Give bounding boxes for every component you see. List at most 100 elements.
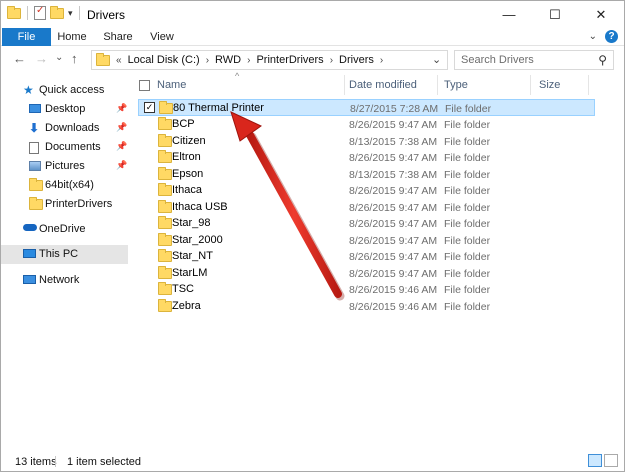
breadcrumb-separator-icon[interactable]: › — [247, 55, 250, 66]
nav-item-documents[interactable]: Documents 📌 — [1, 138, 128, 157]
file-date: 8/27/2015 7:28 AM — [350, 103, 439, 115]
column-name[interactable]: Name — [157, 79, 186, 91]
window-title: Drivers — [87, 8, 125, 22]
file-date: 8/26/2015 9:46 AM — [349, 301, 438, 313]
folder-icon — [158, 266, 172, 279]
address-dropdown-icon[interactable]: ⌄ — [432, 53, 441, 66]
search-box[interactable]: Search Drivers ⚲ — [454, 50, 614, 70]
recent-locations-icon[interactable]: ⌄ — [55, 52, 63, 63]
nav-item-desktop[interactable]: Desktop 📌 — [1, 100, 128, 119]
select-all-checkbox[interactable] — [139, 80, 150, 91]
properties-icon[interactable] — [34, 5, 46, 20]
address-bar[interactable]: « Local Disk (C:) › RWD › PrinterDrivers… — [91, 50, 448, 70]
column-divider[interactable] — [588, 75, 589, 95]
view-toggle — [588, 454, 618, 467]
file-row-ithaca-usb[interactable]: Ithaca USB 8/26/2015 9:47 AM File folder — [138, 199, 595, 216]
breadcrumb-overflow[interactable]: « — [116, 55, 122, 66]
back-arrow-icon[interactable]: ← — [13, 51, 26, 66]
nav-item-quick-access[interactable]: ★ Quick access — [1, 81, 128, 100]
file-row-starlm[interactable]: StarLM 8/26/2015 9:47 AM File folder — [138, 265, 595, 282]
file-row-star-98[interactable]: Star_98 8/26/2015 9:47 AM File folder — [138, 215, 595, 232]
column-divider[interactable] — [437, 75, 438, 95]
folder-icon — [158, 183, 172, 196]
file-row-citizen[interactable]: Citizen 8/13/2015 7:38 AM File folder — [138, 133, 595, 150]
nav-item-onedrive[interactable]: OneDrive — [1, 220, 128, 239]
file-date: 8/26/2015 9:47 AM — [349, 185, 438, 197]
file-type: File folder — [444, 218, 491, 230]
breadcrumb-separator-icon[interactable]: › — [206, 55, 209, 66]
column-size[interactable]: Size — [539, 79, 560, 91]
nav-item-label: Pictures — [45, 160, 85, 172]
file-row-bcp[interactable]: BCP 8/26/2015 9:47 AM File folder — [138, 116, 595, 133]
star-icon: ★ — [23, 83, 34, 97]
folder-icon — [158, 167, 172, 180]
nav-item-this-pc[interactable]: This PC — [1, 245, 128, 264]
folder-icon — [96, 52, 110, 66]
vertical-scrollbar[interactable] — [612, 73, 623, 447]
file-type: File folder — [445, 103, 492, 115]
large-icons-view-icon[interactable] — [604, 454, 618, 467]
nav-item-downloads[interactable]: ⬇ Downloads 📌 — [1, 119, 128, 138]
quick-access-toolbar: ▾ — [7, 5, 82, 20]
minimize-button[interactable]: — — [486, 1, 532, 28]
nav-item-network[interactable]: Network — [1, 271, 128, 290]
toolbar-divider — [27, 6, 28, 20]
pin-icon[interactable]: 📌 — [116, 122, 127, 133]
status-item-count: 13 items — [15, 456, 57, 468]
help-icon[interactable]: ? — [605, 30, 618, 43]
tab-file[interactable]: File — [2, 28, 51, 46]
file-row-80-thermal-printer[interactable]: ✓ 80 Thermal Printer 8/27/2015 7:28 AM F… — [138, 99, 595, 116]
file-row-tsc[interactable]: TSC 8/26/2015 9:46 AM File folder — [138, 281, 595, 298]
sort-ascending-icon: ^ — [235, 71, 240, 81]
breadcrumb-rwd[interactable]: RWD — [215, 54, 241, 66]
pin-icon[interactable]: 📌 — [116, 160, 127, 171]
tab-share[interactable]: Share — [97, 28, 139, 46]
new-folder-icon[interactable] — [50, 5, 64, 19]
forward-arrow-icon[interactable]: → — [35, 51, 48, 66]
breadcrumb-separator-icon[interactable]: › — [380, 55, 383, 66]
file-row-zebra[interactable]: Zebra 8/26/2015 9:46 AM File folder — [138, 298, 595, 315]
breadcrumb-separator-icon[interactable]: › — [330, 55, 333, 66]
file-row-ithaca[interactable]: Ithaca 8/26/2015 9:47 AM File folder — [138, 182, 595, 199]
onedrive-icon — [23, 224, 37, 231]
up-arrow-icon[interactable]: ↑ — [71, 51, 78, 66]
row-checkbox[interactable]: ✓ — [144, 102, 155, 113]
pin-icon[interactable]: 📌 — [116, 103, 127, 114]
scrollbar-thumb[interactable] — [614, 81, 621, 441]
file-date: 8/26/2015 9:47 AM — [349, 235, 438, 247]
details-view-icon[interactable] — [588, 454, 602, 467]
folder-icon — [29, 178, 43, 191]
status-bar: 13 items 1 item selected — [1, 451, 624, 471]
nav-item-label: 64bit(x64) — [45, 179, 94, 191]
nav-item-pictures[interactable]: Pictures 📌 — [1, 157, 128, 176]
file-name: Star_98 — [172, 217, 211, 229]
chevron-down-icon[interactable]: ⌄ — [589, 31, 597, 42]
close-button[interactable]: ✕ — [578, 1, 624, 28]
file-row-epson[interactable]: Epson 8/13/2015 7:38 AM File folder — [138, 166, 595, 183]
nav-item-label: Network — [39, 274, 80, 286]
file-name: Ithaca — [172, 184, 202, 196]
breadcrumb-drivers[interactable]: Drivers — [339, 54, 374, 66]
nav-item-printerdrivers[interactable]: PrinterDrivers — [1, 195, 128, 214]
tab-home[interactable]: Home — [51, 28, 93, 46]
pin-icon[interactable]: 📌 — [116, 141, 127, 152]
file-type: File folder — [444, 235, 491, 247]
file-row-star-nt[interactable]: Star_NT 8/26/2015 9:47 AM File folder — [138, 248, 595, 265]
file-row-eltron[interactable]: Eltron 8/26/2015 9:47 AM File folder — [138, 149, 595, 166]
column-header-row: ^ Name Date modified Type Size — [131, 71, 612, 97]
column-divider[interactable] — [344, 75, 345, 95]
breadcrumb-printerdrivers[interactable]: PrinterDrivers — [256, 54, 323, 66]
search-icon[interactable]: ⚲ — [598, 53, 607, 67]
file-row-star-2000[interactable]: Star_2000 8/26/2015 9:47 AM File folder — [138, 232, 595, 249]
column-divider[interactable] — [530, 75, 531, 95]
column-type[interactable]: Type — [444, 79, 468, 91]
nav-item-label: Documents — [45, 141, 101, 153]
nav-item-64bit[interactable]: 64bit(x64) — [1, 176, 128, 195]
customize-toolbar-icon[interactable]: ▾ — [68, 8, 73, 19]
tab-view[interactable]: View — [143, 28, 181, 46]
documents-icon — [29, 142, 39, 154]
breadcrumb-local-disk[interactable]: Local Disk (C:) — [128, 54, 200, 66]
folder-icon — [158, 134, 172, 147]
maximize-button[interactable]: ☐ — [532, 1, 578, 28]
column-date-modified[interactable]: Date modified — [349, 79, 417, 91]
